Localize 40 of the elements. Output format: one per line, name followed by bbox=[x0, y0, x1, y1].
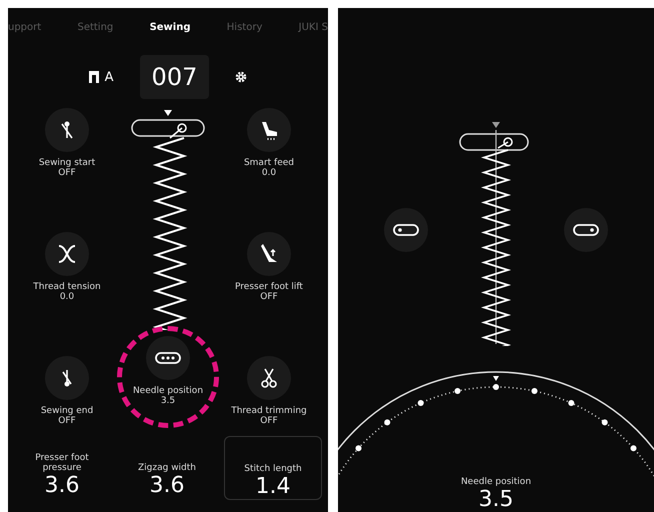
setting-button[interactable] bbox=[246, 108, 291, 152]
value-panel[interactable]: Zigzag width 3.6 bbox=[119, 436, 215, 498]
setting-label: Sewing start bbox=[38, 158, 96, 168]
value-number[interactable]: 3.6 bbox=[44, 473, 80, 498]
needle-position-button[interactable] bbox=[146, 336, 190, 380]
setting-button[interactable] bbox=[45, 356, 89, 400]
setting-button[interactable] bbox=[45, 232, 89, 276]
value-label: Presser foot pressure bbox=[34, 453, 90, 473]
setting-label: Thread trimming bbox=[231, 406, 307, 416]
pattern-number[interactable]: 007 bbox=[140, 55, 210, 99]
setting-value: 0.0 bbox=[60, 292, 74, 302]
setting-label: Sewing end bbox=[40, 406, 94, 416]
setting-button[interactable] bbox=[45, 108, 89, 152]
needle-position-icon bbox=[154, 352, 181, 364]
presser-foot-icon[interactable] bbox=[88, 71, 99, 83]
value-panel[interactable]: Presser foot pressure 3.6 bbox=[14, 436, 110, 498]
setting-value: OFF bbox=[58, 168, 76, 178]
settings-icon[interactable] bbox=[235, 71, 248, 83]
value-label: Needle position bbox=[460, 477, 532, 487]
setting-label: Presser foot lift bbox=[235, 282, 303, 292]
setting-value: 0.0 bbox=[262, 168, 276, 178]
setting-value: OFF bbox=[260, 416, 278, 426]
value-panel[interactable]: Stitch length 1.4 bbox=[224, 436, 322, 500]
setting-label: Thread tension bbox=[33, 282, 101, 292]
value-number[interactable]: 3.6 bbox=[150, 473, 184, 498]
setting-label: Smart feed bbox=[244, 158, 294, 168]
setting-label: Needle position bbox=[132, 386, 204, 396]
value-number[interactable]: 1.4 bbox=[256, 474, 290, 499]
setting-button[interactable] bbox=[246, 356, 291, 400]
foot-letter: A bbox=[104, 70, 114, 84]
move-right-button[interactable] bbox=[564, 208, 608, 252]
setting-value: 3.5 bbox=[160, 396, 176, 406]
value-number: 3.5 bbox=[478, 487, 514, 512]
value-label: Zigzag width bbox=[137, 463, 197, 473]
move-left-button[interactable] bbox=[384, 208, 428, 252]
value-label: Stitch length bbox=[243, 464, 303, 474]
nav-tab[interactable]: Sewing bbox=[150, 22, 190, 48]
setting-value: OFF bbox=[260, 292, 278, 302]
setting-value: OFF bbox=[58, 416, 76, 426]
setting-button[interactable] bbox=[246, 232, 291, 276]
